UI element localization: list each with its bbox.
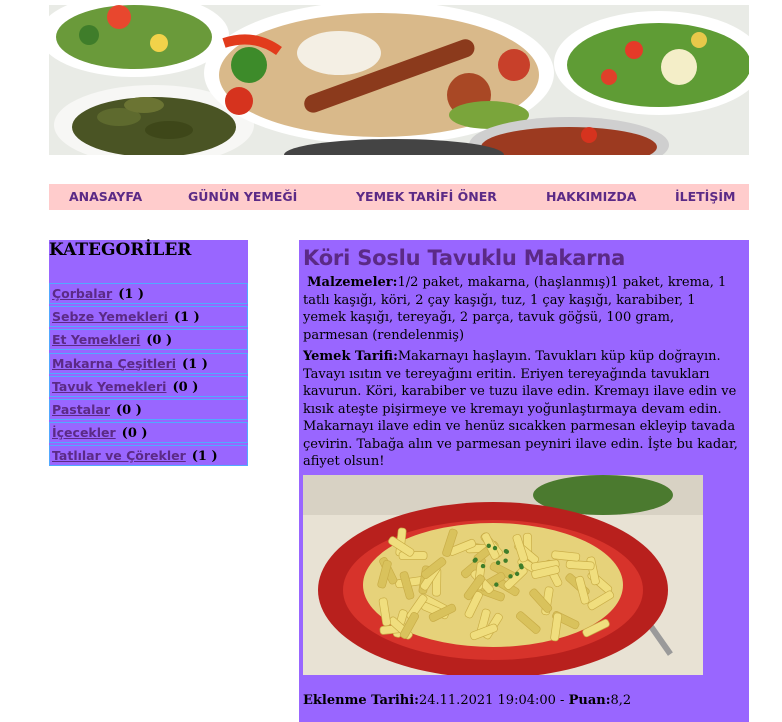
category-item-drinks[interactable]: İçecekler (0 ) xyxy=(49,422,248,444)
category-link[interactable]: Makarna Çeşitleri xyxy=(52,356,176,371)
recipe-method: Yemek Tarifi:Makarnayı haşlayın. Tavukla… xyxy=(303,348,741,471)
recipe-title: Köri Soslu Tavuklu Makarna xyxy=(303,246,626,270)
rating-label: Puan: xyxy=(568,693,611,708)
nav-link-home[interactable]: ANASAYFA xyxy=(69,184,142,210)
category-item-pasta[interactable]: Makarna Çeşitleri (1 ) xyxy=(49,352,248,374)
pasta-plate-illustration xyxy=(303,474,703,678)
category-count: (0 ) xyxy=(146,333,173,349)
category-item-soups[interactable]: Çorbalar (1 ) xyxy=(49,283,248,304)
recipe-image xyxy=(303,474,703,678)
category-sidebar: KATEGORİLER Çorbalar (1 ) Sebze Yemekleri… xyxy=(49,240,248,469)
category-count: (1 ) xyxy=(118,287,145,302)
recipe-body: Köri Soslu Tavuklu Makarna Malzemeler:1/… xyxy=(303,246,741,678)
category-item-chicken-dishes[interactable]: Tavuk Yemekleri (0 ) xyxy=(49,375,248,397)
main-navigation: ANASAYFA GÜNÜN YEMEĞİ YEMEK TARİFİ ÖNER … xyxy=(49,184,749,210)
category-item-vegetable-dishes[interactable]: Sebze Yemekleri (1 ) xyxy=(49,306,248,328)
category-count: (0 ) xyxy=(172,379,199,395)
method-label: Yemek Tarifi: xyxy=(303,349,398,364)
banner-image xyxy=(49,5,749,155)
category-link[interactable]: Çorbalar xyxy=(52,286,112,301)
category-count: (1 ) xyxy=(173,310,200,326)
recipe-meta: Eklenme Tarihi:24.11.2021 19:04:00 - Pua… xyxy=(303,693,631,708)
category-item-cakes[interactable]: Pastalar (0 ) xyxy=(49,398,248,420)
ingredients-label: Malzemeler: xyxy=(307,275,398,290)
category-item-meat-dishes[interactable]: Et Yemekleri (0 ) xyxy=(49,329,248,351)
category-link[interactable]: Tavuk Yemekleri xyxy=(52,379,166,394)
category-link[interactable]: İçecekler xyxy=(52,425,116,440)
date-value: 24.11.2021 19:04:00 xyxy=(418,693,556,708)
category-count: (0 ) xyxy=(121,426,148,442)
date-label: Eklenme Tarihi: xyxy=(303,693,419,708)
category-link[interactable]: Pastalar xyxy=(52,402,110,417)
nav-link-dish-of-the-day[interactable]: GÜNÜN YEMEĞİ xyxy=(188,184,297,210)
method-text: Makarnayı haşlayın. Tavukları küp küp do… xyxy=(303,349,738,469)
recipe-ingredients: Malzemeler:1/2 paket, makarna, (haşlanmı… xyxy=(303,274,741,344)
nav-link-contact[interactable]: İLETİŞİM xyxy=(675,184,735,210)
category-count: (1 ) xyxy=(191,449,218,465)
category-count: (0 ) xyxy=(116,402,142,418)
category-count: (1 ) xyxy=(182,356,208,372)
recipe-panel: Köri Soslu Tavuklu Makarna Malzemeler:1/… xyxy=(299,240,749,722)
nav-link-about[interactable]: HAKKIMIZDA xyxy=(546,184,636,210)
category-link[interactable]: Sebze Yemekleri xyxy=(52,309,168,324)
nav-link-suggest-recipe[interactable]: YEMEK TARİFİ ÖNER xyxy=(356,184,497,210)
category-link[interactable]: Et Yemekleri xyxy=(52,332,140,347)
rating-value: 8,2 xyxy=(610,693,632,708)
banner-food-illustration xyxy=(49,5,749,155)
category-list: Çorbalar (1 ) Sebze Yemekleri (1 ) Et Yeme… xyxy=(49,283,248,469)
meta-separator: - xyxy=(555,693,569,708)
sidebar-title: KATEGORİLER xyxy=(49,240,192,260)
category-link[interactable]: Tatlılar ve Çörekler xyxy=(52,448,186,463)
category-item-desserts-pastries[interactable]: Tatlılar ve Çörekler (1 ) xyxy=(49,445,248,467)
